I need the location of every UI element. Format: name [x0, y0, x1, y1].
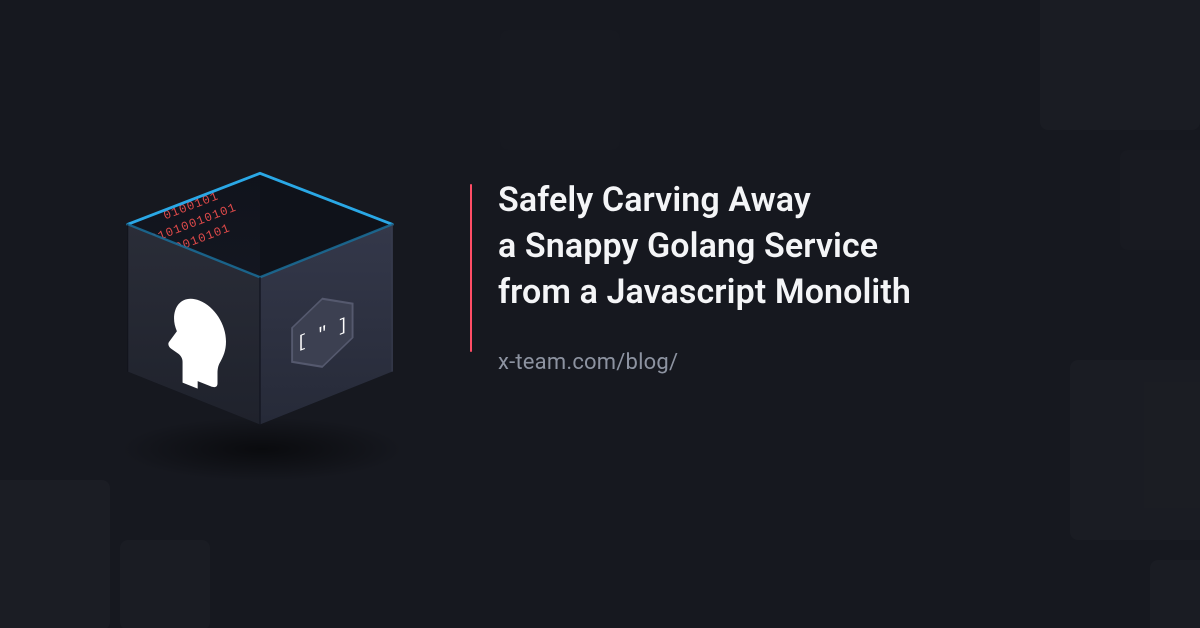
- title-line: Safely Carving Away: [498, 180, 811, 220]
- title-line: a Snappy Golang Service: [498, 226, 878, 266]
- cube-svg: 0100101 01010010101 01010010101 0000101: [90, 145, 430, 485]
- cube-illustration: 0100101 01010010101 01010010101 0000101: [90, 145, 430, 485]
- site-url: x-team.com/blog/: [498, 350, 1120, 375]
- article-title: Safely Carving Away a Snappy Golang Serv…: [498, 178, 1120, 316]
- accent-rule: [470, 184, 472, 352]
- text-column: Safely Carving Away a Snappy Golang Serv…: [498, 178, 1120, 375]
- hero-card: 0100101 01010010101 01010010101 0000101: [0, 0, 1200, 628]
- title-line: from a Javascript Monolith: [498, 272, 911, 312]
